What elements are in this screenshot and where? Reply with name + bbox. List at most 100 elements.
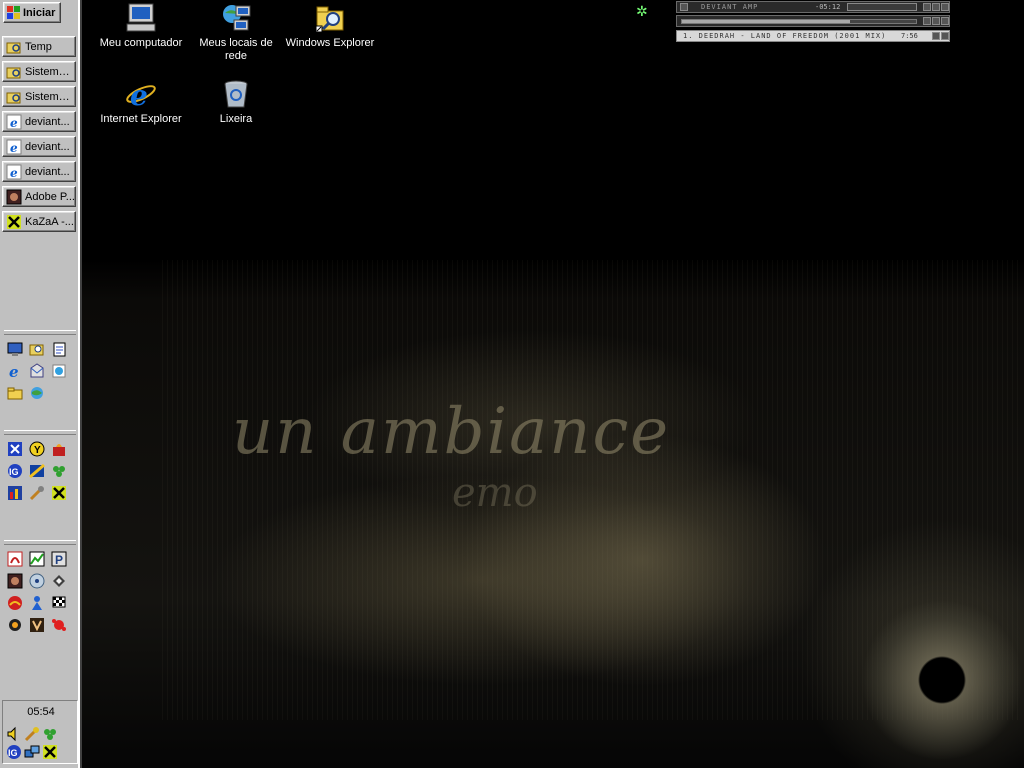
explorer-search-icon[interactable] xyxy=(29,341,45,357)
acrobat-icon[interactable] xyxy=(7,551,23,567)
quick-launch-toolbar-2: Y IG xyxy=(4,438,70,504)
recycle-bin-icon xyxy=(220,78,252,110)
winamp-playlist-shade-button[interactable] xyxy=(932,32,940,40)
clover-icon[interactable] xyxy=(51,463,67,479)
winamp-track-title: 1. DEEDRAH - LAND OF FREEDOM (2001 MIX) xyxy=(683,32,887,40)
internet-explorer-icon: e xyxy=(6,139,22,155)
clover-icon[interactable] xyxy=(42,726,58,742)
winamp-titlebar[interactable]: DEVIANT AMP -05:12 xyxy=(676,1,950,13)
desktop-icon-internet-explorer[interactable]: e Internet Explorer xyxy=(93,78,189,126)
kazaa-icon[interactable] xyxy=(42,744,58,760)
kazaa-icon[interactable] xyxy=(51,485,67,501)
winamp-eq-button[interactable] xyxy=(923,17,931,25)
cup-app-icon[interactable] xyxy=(29,617,45,633)
winamp-title: DEVIANT AMP xyxy=(701,3,759,11)
ig-icon[interactable]: IG xyxy=(6,744,22,760)
flag-app-icon[interactable] xyxy=(29,463,45,479)
winamp-track-duration: 7:56 xyxy=(901,32,918,40)
clock[interactable]: 05:54 xyxy=(3,706,79,718)
toolbar-grip[interactable] xyxy=(4,430,76,435)
internet-explorer-icon: e xyxy=(6,114,22,130)
toolbar-grip[interactable] xyxy=(4,540,76,545)
media-app-icon[interactable] xyxy=(7,441,23,457)
wallpaper-text: un ambiance xyxy=(232,395,671,469)
task-button-label: Temp xyxy=(25,40,52,53)
svg-text:IG: IG xyxy=(9,467,19,477)
explorer-folder-icon xyxy=(6,64,22,80)
winamp-transport-controls[interactable] xyxy=(847,3,917,11)
red-ball-icon[interactable] xyxy=(7,595,23,611)
desktop-icon-network-places[interactable]: Meus locais de rede xyxy=(188,2,284,63)
fire-app-icon[interactable] xyxy=(51,441,67,457)
task-button-temp[interactable]: Temp xyxy=(2,36,76,57)
show-desktop-icon[interactable] xyxy=(7,341,23,357)
yellow-badge-icon[interactable]: Y xyxy=(29,441,45,457)
internet-explorer-icon: e xyxy=(125,78,157,112)
publisher-icon[interactable]: P xyxy=(51,551,67,567)
svg-text:IG: IG xyxy=(8,748,18,758)
winamp-menu-button[interactable] xyxy=(680,3,688,11)
desktop-icon-my-computer[interactable]: Meu computador xyxy=(93,2,189,50)
start-button[interactable]: Iniciar xyxy=(3,2,61,23)
desktop-icon-label: Windows Explorer xyxy=(285,37,375,49)
internet-explorer-icon[interactable]: e xyxy=(7,363,23,379)
task-button-label: deviant... xyxy=(25,165,70,178)
wallpaper-subtext: emo xyxy=(452,470,538,516)
pattern-app-icon[interactable] xyxy=(51,573,67,589)
ig-icon[interactable]: IG xyxy=(7,463,23,479)
toolbar-grip[interactable] xyxy=(4,330,76,335)
activity-indicator-icon: ✲ xyxy=(636,3,648,19)
task-button-label: Adobe P... xyxy=(25,190,75,203)
task-button-deviant-1[interactable]: e deviant... xyxy=(2,111,76,132)
winamp-close-button[interactable] xyxy=(941,3,949,11)
network-globe-icon[interactable] xyxy=(29,385,45,401)
svg-text:e: e xyxy=(10,116,18,130)
winamp-playlist-close-button[interactable] xyxy=(941,32,949,40)
network-connection-icon[interactable] xyxy=(24,744,40,760)
cd-player-icon[interactable] xyxy=(29,573,45,589)
task-button-sistema-2[interactable]: Sistema ... xyxy=(2,86,76,107)
quick-launch-toolbar-3: P xyxy=(4,548,70,636)
splash-app-icon[interactable] xyxy=(51,617,67,633)
folder-icon[interactable] xyxy=(7,385,23,401)
task-button-deviant-2[interactable]: e deviant... xyxy=(2,136,76,157)
task-button-kazaa[interactable]: KaZaA -... xyxy=(2,211,76,232)
svg-text:e: e xyxy=(9,363,19,379)
blue-figure-icon[interactable] xyxy=(29,595,45,611)
winamp-playlist[interactable]: 1. DEEDRAH - LAND OF FREEDOM (2001 MIX) … xyxy=(676,30,950,42)
outlook-express-icon[interactable] xyxy=(29,363,45,379)
tools-icon[interactable] xyxy=(24,726,40,742)
my-computer-icon xyxy=(125,2,157,34)
winamp-shade-button[interactable] xyxy=(932,3,940,11)
gear-app-icon[interactable] xyxy=(7,617,23,633)
desktop-icon-windows-explorer[interactable]: Windows Explorer xyxy=(282,2,378,50)
winamp-eq-bar xyxy=(676,15,950,27)
graph-app-icon[interactable] xyxy=(29,551,45,567)
photoshop-icon xyxy=(6,189,22,205)
volume-icon[interactable] xyxy=(6,726,22,742)
svg-text:e: e xyxy=(130,79,148,110)
task-button-deviant-3[interactable]: e deviant... xyxy=(2,161,76,182)
taskbar: Iniciar Temp Sistema ... Sistema ... e d… xyxy=(0,0,82,768)
desktop-icon-label: Meus locais de rede xyxy=(199,37,273,62)
quick-launch-toolbar-1: e xyxy=(4,338,70,404)
checkered-flag-icon[interactable] xyxy=(51,595,67,611)
start-label: Iniciar xyxy=(23,6,56,19)
photoshop-icon[interactable] xyxy=(7,573,23,589)
desktop-icon-recycle-bin[interactable]: Lixeira xyxy=(188,78,284,126)
task-button-label: deviant... xyxy=(25,115,70,128)
task-button-sistema-1[interactable]: Sistema ... xyxy=(2,61,76,82)
svg-text:Y: Y xyxy=(34,445,41,456)
winamp-eq-shade-button[interactable] xyxy=(932,17,940,25)
winamp-eq-close-button[interactable] xyxy=(941,17,949,25)
desktop-icon-label: Lixeira xyxy=(219,113,253,125)
winamp-minimize-button[interactable] xyxy=(923,3,931,11)
task-button-label: deviant... xyxy=(25,140,70,153)
windows-logo-icon xyxy=(7,6,20,19)
winamp-seek-bar[interactable] xyxy=(681,19,917,24)
chart-app-icon[interactable] xyxy=(7,485,23,501)
task-button-adobe-photoshop[interactable]: Adobe P... xyxy=(2,186,76,207)
tools-icon[interactable] xyxy=(29,485,45,501)
msn-icon[interactable] xyxy=(51,363,67,379)
notepad-icon[interactable] xyxy=(51,341,67,357)
